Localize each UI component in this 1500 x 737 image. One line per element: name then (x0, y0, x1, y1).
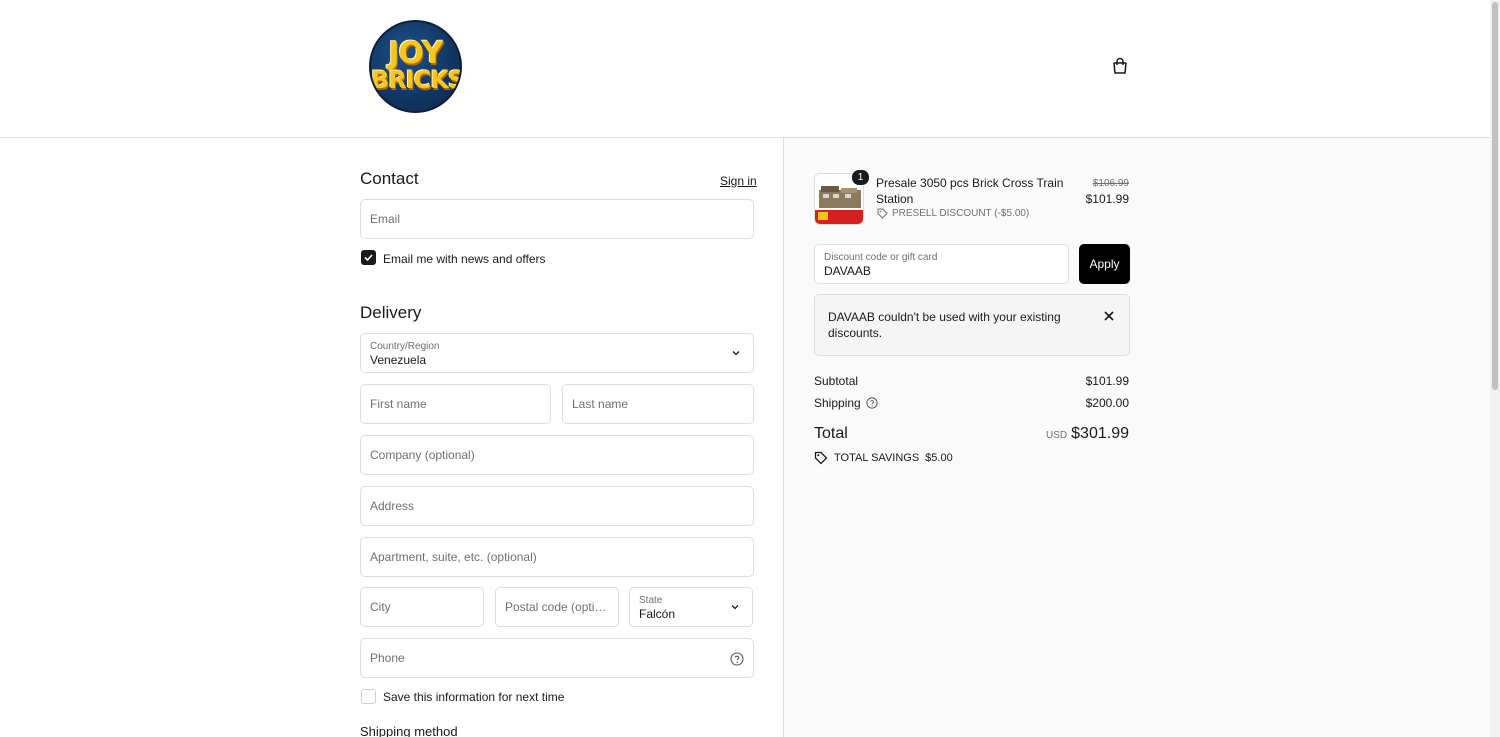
subtotal-value: $101.99 (1085, 374, 1129, 388)
order-summary-panel (783, 138, 1490, 737)
country-select[interactable]: Country/Region Venezuela (360, 333, 754, 373)
contact-heading: Contact (360, 169, 419, 188)
header: JOY BRICKS (0, 0, 1490, 138)
country-label: Country/Region (370, 341, 440, 352)
product-original-price: $106.99 (1092, 178, 1129, 189)
address-field[interactable]: Address (360, 486, 754, 526)
product-discount: PRESELL DISCOUNT (-$5.00) (877, 208, 1029, 219)
apply-button[interactable]: Apply (1079, 244, 1130, 284)
total-label: Total (814, 425, 848, 442)
phone-field[interactable]: Phone (360, 638, 754, 678)
email-placeholder: Email (370, 212, 401, 226)
chevron-down-icon (732, 351, 740, 356)
tag-icon (814, 451, 828, 465)
sign-in-link[interactable]: Sign in (720, 174, 757, 188)
product-discount-label: PRESELL DISCOUNT (-$5.00) (892, 208, 1030, 219)
tag-icon (877, 208, 888, 219)
chevron-down-icon (731, 605, 739, 610)
discount-code-field[interactable]: Discount code or gift card DAVAAB (814, 244, 1069, 284)
product-price: $101.99 (1085, 192, 1129, 206)
currency-code: USD (1046, 430, 1068, 441)
store-logo[interactable]: JOY BRICKS (369, 20, 462, 113)
discount-code-label: Discount code or gift card (824, 252, 938, 263)
discount-code-value: DAVAAB (824, 264, 871, 278)
email-field[interactable]: Email (360, 199, 754, 239)
news-checkbox-label: Email me with news and offers (383, 252, 546, 266)
check-icon (364, 254, 373, 262)
close-icon[interactable] (1103, 310, 1115, 322)
state-select[interactable]: State Falcón (629, 587, 753, 627)
scrollbar[interactable] (1490, 0, 1500, 737)
discount-error-message: DAVAAB couldn't be used with your existi… (828, 310, 1061, 340)
help-icon[interactable] (866, 397, 878, 409)
total-savings: TOTAL SAVINGS $5.00 (814, 451, 953, 465)
total-savings-label: TOTAL SAVINGS (834, 452, 920, 464)
company-field[interactable]: Company (optional) (360, 435, 754, 475)
subtotal-label: Subtotal (814, 374, 859, 388)
first-name-placeholder: First name (370, 397, 427, 411)
apartment-field[interactable]: Apartment, suite, etc. (optional) (360, 537, 754, 577)
city-field[interactable]: City (360, 587, 484, 627)
apartment-placeholder: Apartment, suite, etc. (optional) (370, 550, 537, 564)
total-value: $301.99 (1071, 425, 1129, 442)
help-icon[interactable] (730, 652, 744, 666)
phone-placeholder: Phone (370, 651, 405, 665)
scrollbar-thumb[interactable] (1492, 2, 1498, 390)
shipping-method-heading: Shipping method (360, 724, 458, 737)
discount-error-banner: DAVAAB couldn't be used with your existi… (814, 294, 1130, 356)
postal-code-field[interactable]: Postal code (optional) (495, 587, 619, 627)
shipping-label: Shipping (814, 396, 861, 410)
product-name: Presale 3050 pcs Brick Cross Train Stati… (876, 176, 1064, 206)
state-label: State (639, 595, 663, 606)
shopping-bag-icon[interactable] (1110, 56, 1130, 76)
news-checkbox[interactable] (361, 250, 376, 265)
country-value: Venezuela (370, 353, 427, 367)
total-savings-value: $5.00 (925, 452, 953, 464)
shipping-value: $200.00 (1085, 396, 1129, 410)
shipping-row: Shipping (814, 396, 878, 410)
address-placeholder: Address (370, 499, 415, 513)
last-name-field[interactable]: Last name (562, 384, 754, 424)
last-name-placeholder: Last name (572, 397, 629, 411)
postal-code-placeholder: Postal code (optional) (505, 600, 609, 614)
quantity-badge: 1 (852, 170, 869, 185)
save-info-label: Save this information for next time (383, 690, 565, 704)
save-info-checkbox[interactable] (361, 689, 376, 704)
state-value: Falcón (639, 607, 676, 621)
company-placeholder: Company (optional) (370, 448, 475, 462)
first-name-field[interactable]: First name (360, 384, 551, 424)
total-row: USD $301.99 (1046, 425, 1129, 443)
logo-line2: BRICKS (371, 66, 462, 94)
city-placeholder: City (370, 600, 391, 614)
delivery-heading: Delivery (360, 303, 422, 322)
